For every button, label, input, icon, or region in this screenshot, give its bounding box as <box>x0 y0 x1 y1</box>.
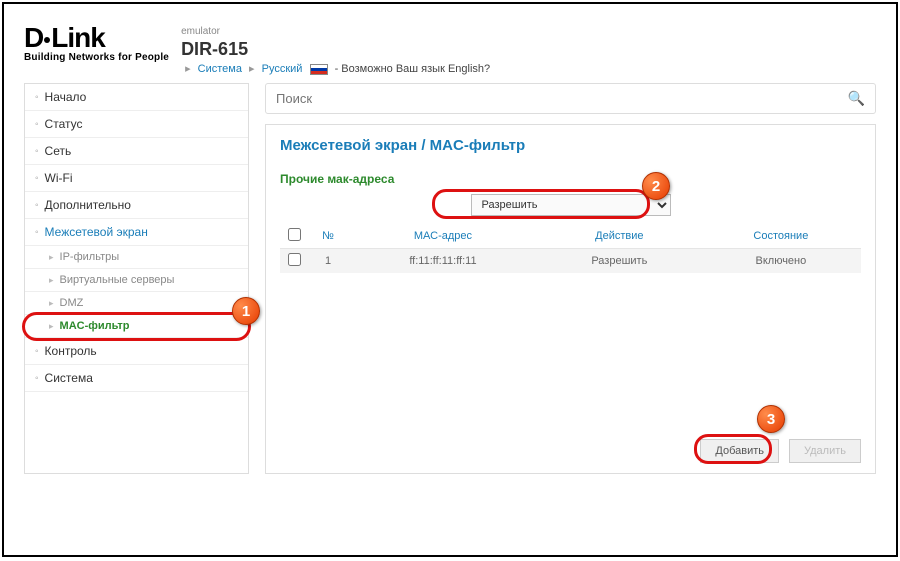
model-label: DIR-615 <box>181 39 490 60</box>
col-mac: МАС-адрес <box>348 224 538 249</box>
sidebar-sub-macfilter[interactable]: ▸ MAC-фильтр <box>25 315 248 338</box>
cell-action: Разрешить <box>538 249 701 274</box>
bullet-icon: ◦ <box>35 119 39 130</box>
bullet-icon: ◦ <box>35 173 39 184</box>
add-button[interactable]: Добавить <box>700 439 779 463</box>
cell-num: 1 <box>308 249 348 274</box>
sidebar-item-label: Статус <box>45 117 83 131</box>
sidebar-sub-vservers[interactable]: ▸ Виртуальные серверы <box>25 269 248 292</box>
sidebar-item-firewall[interactable]: ◦ Межсетевой экран <box>25 219 248 246</box>
sidebar-sub-dmz[interactable]: ▸ DMZ <box>25 292 248 315</box>
chevron-right-icon: ▸ <box>185 63 191 75</box>
emulator-label: emulator <box>181 26 490 37</box>
sidebar-item-system[interactable]: ◦ Система <box>25 365 248 392</box>
col-num: № <box>308 224 348 249</box>
panel: Межсетевой экран / MAC-фильтр Прочие мак… <box>265 124 876 474</box>
sidebar-item-start[interactable]: ◦ Начало <box>25 84 248 111</box>
logo-text: DLink <box>24 24 169 52</box>
table-header-row: № МАС-адрес Действие Состояние <box>280 224 861 249</box>
sidebar-item-label: MAC-фильтр <box>60 320 130 332</box>
lang-prompt: - Возможно Ваш язык English? <box>335 63 491 75</box>
row-checkbox[interactable] <box>288 253 301 266</box>
bullet-icon: ◦ <box>35 92 39 103</box>
sidebar-item-label: Контроль <box>45 344 97 358</box>
sidebar-item-label: IP-фильтры <box>60 251 120 263</box>
callout-2: 2 <box>642 172 670 200</box>
search-icon: 🔍 <box>848 90 865 107</box>
section-title: Прочие мак-адреса <box>280 172 861 186</box>
mac-table: № МАС-адрес Действие Состояние 1 ff:11:f… <box>280 224 861 273</box>
sidebar-item-label: Дополнительно <box>45 198 131 212</box>
sidebar-item-label: Виртуальные серверы <box>60 274 175 286</box>
chevron-right-icon: ▸ <box>49 321 54 332</box>
col-state: Состояние <box>701 224 861 249</box>
bc-lang[interactable]: Русский <box>262 63 303 75</box>
sidebar-item-advanced[interactable]: ◦ Дополнительно <box>25 192 248 219</box>
sidebar-item-wifi[interactable]: ◦ Wi-Fi <box>25 165 248 192</box>
breadcrumb: ▸ Система ▸ Русский - Возможно Ваш язык … <box>181 62 490 75</box>
bullet-icon: ◦ <box>35 373 39 384</box>
chevron-right-icon: ▸ <box>49 252 54 263</box>
logo: DLink Building Networks for People <box>24 24 169 63</box>
bullet-icon: ◦ <box>35 200 39 211</box>
chevron-right-icon: ▸ <box>49 275 54 286</box>
table-row[interactable]: 1 ff:11:ff:11:ff:11 Разрешить Включено <box>280 249 861 274</box>
chevron-right-icon: ▸ <box>49 298 54 309</box>
search-bar[interactable]: 🔍 <box>265 83 876 114</box>
header-info: emulator DIR-615 ▸ Система ▸ Русский - В… <box>181 24 490 75</box>
sidebar-item-label: Система <box>45 371 93 385</box>
sidebar-item-label: Межсетевой экран <box>45 225 148 239</box>
sidebar-item-control[interactable]: ◦ Контроль <box>25 338 248 365</box>
main-content: 🔍 Межсетевой экран / MAC-фильтр Прочие м… <box>265 83 876 474</box>
bullet-icon: ◦ <box>35 227 39 238</box>
sidebar-sub-ipfilters[interactable]: ▸ IP-фильтры <box>25 246 248 269</box>
sidebar: ◦ Начало ◦ Статус ◦ Сеть ◦ Wi-Fi ◦ Дополнител… <box>24 83 249 474</box>
callout-1: 1 <box>232 297 260 325</box>
sidebar-item-label: Начало <box>45 90 87 104</box>
sidebar-item-label: Wi-Fi <box>45 171 73 185</box>
search-input[interactable] <box>276 91 840 106</box>
sidebar-item-label: DMZ <box>60 297 84 309</box>
action-select[interactable]: Разрешить <box>471 194 671 216</box>
cell-state: Включено <box>701 249 861 274</box>
callout-3: 3 <box>757 405 785 433</box>
logo-tagline: Building Networks for People <box>24 52 169 63</box>
col-action: Действие <box>538 224 701 249</box>
select-all-checkbox[interactable] <box>288 228 301 241</box>
chevron-right-icon: ▸ <box>249 63 255 75</box>
bullet-icon: ◦ <box>35 346 39 357</box>
header: DLink Building Networks for People emula… <box>24 24 876 75</box>
bc-system[interactable]: Система <box>198 63 242 75</box>
sidebar-item-status[interactable]: ◦ Статус <box>25 111 248 138</box>
delete-button[interactable]: Удалить <box>789 439 861 463</box>
cell-mac: ff:11:ff:11:ff:11 <box>348 249 538 274</box>
sidebar-item-label: Сеть <box>45 144 72 158</box>
sidebar-item-network[interactable]: ◦ Сеть <box>25 138 248 165</box>
button-row: Добавить 3 Удалить <box>700 439 861 463</box>
page-title: Межсетевой экран / MAC-фильтр <box>280 137 861 154</box>
bullet-icon: ◦ <box>35 146 39 157</box>
flag-ru-icon <box>310 64 328 75</box>
